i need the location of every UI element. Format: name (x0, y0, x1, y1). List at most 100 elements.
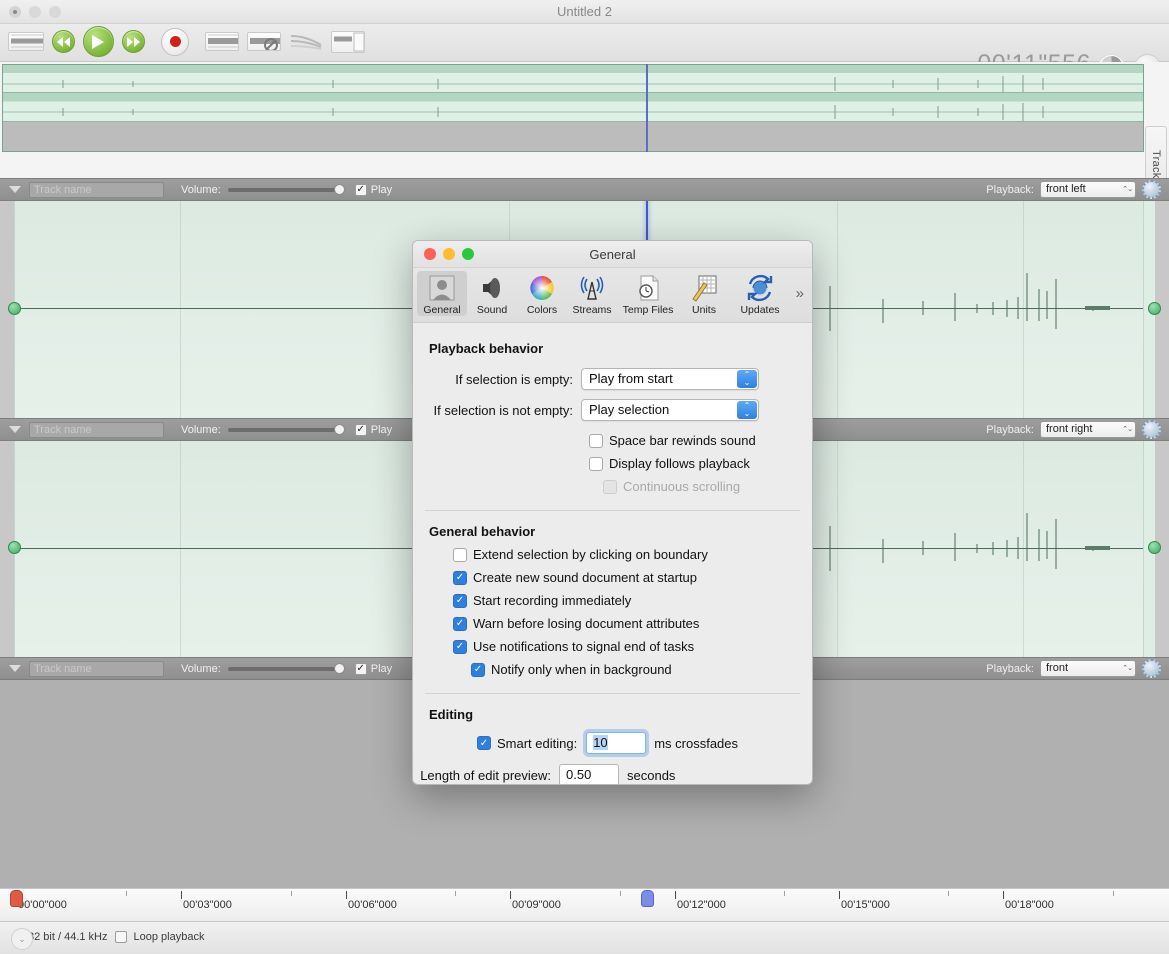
split-button[interactable] (331, 30, 365, 53)
user-portrait-icon (427, 273, 457, 303)
use-notifications-label: Use notifications to signal end of tasks (473, 639, 695, 654)
overview-strip: Tracks ▲ ▼ (0, 62, 1169, 238)
ruler-grid-icon (689, 273, 719, 303)
waveform-view-button[interactable] (8, 32, 44, 51)
volume-slider-2[interactable] (227, 423, 345, 435)
gear-icon-3[interactable] (1142, 659, 1161, 678)
overview-playhead[interactable] (646, 64, 648, 152)
track-name-input-2[interactable] (29, 421, 164, 438)
pref-tab-general[interactable]: General (417, 271, 467, 316)
edit-preview-unit-label: seconds (627, 767, 676, 783)
gear-icon-1[interactable] (1142, 180, 1161, 199)
crossfade-ms-value: 10 (593, 735, 608, 750)
display-follows-playback-checkbox[interactable] (589, 456, 603, 471)
create-new-document-row[interactable]: ✓ Create new sound document at startup (453, 570, 812, 585)
start-recording-checkbox[interactable]: ✓ (453, 593, 467, 608)
volume-slider-3[interactable] (227, 662, 345, 674)
use-notifications-row[interactable]: ✓ Use notifications to signal end of tas… (453, 639, 812, 654)
notify-background-row[interactable]: ✓ Notify only when in background (471, 662, 812, 677)
volume-label-3: Volume: (181, 662, 221, 675)
silence-button[interactable] (247, 32, 281, 51)
space-bar-rewinds-checkbox[interactable] (589, 433, 603, 448)
overview-waveform[interactable] (2, 64, 1144, 152)
expand-circle-icon[interactable]: ⌄ (11, 928, 33, 950)
warn-losing-attributes-label: Warn before losing document attributes (473, 616, 700, 631)
play-checkbox-1[interactable]: ✓ (354, 183, 367, 196)
extend-selection-checkbox[interactable] (453, 547, 467, 562)
preferences-body: Playback behavior If selection is empty:… (413, 323, 812, 784)
record-button[interactable] (161, 27, 189, 56)
track-name-input-3[interactable] (29, 660, 164, 677)
if-empty-value: Play from start (589, 371, 673, 386)
notify-background-checkbox[interactable]: ✓ (471, 662, 485, 677)
pref-tab-colors-label: Colors (526, 304, 558, 316)
smart-editing-checkbox[interactable]: ✓ (477, 736, 491, 750)
track-name-input-1[interactable] (29, 181, 164, 198)
extend-selection-row[interactable]: Extend selection by clicking on boundary (453, 547, 812, 562)
more-tabs-icon[interactable]: » (796, 285, 804, 302)
pref-tab-temp-files[interactable]: Temp Files (617, 271, 679, 316)
volume-knob-3[interactable] (333, 662, 345, 674)
overview-track-2 (3, 93, 1143, 122)
notify-background-label: Notify only when in background (491, 662, 672, 677)
overview-track-3 (3, 121, 1143, 151)
pref-tab-sound[interactable]: Sound (467, 271, 517, 316)
selection-handle-left-2[interactable] (8, 541, 21, 554)
playhead-marker-current[interactable] (641, 890, 654, 907)
if-not-empty-stepper-icon[interactable]: ⌃ ⌄ (737, 401, 757, 419)
if-empty-label: If selection is empty: (455, 371, 573, 387)
start-recording-row[interactable]: ✓ Start recording immediately (453, 593, 812, 608)
playhead-marker-start[interactable] (10, 890, 23, 907)
volume-knob-2[interactable] (333, 423, 345, 435)
if-not-empty-select[interactable]: Play selection ⌃ ⌄ (581, 399, 759, 421)
gear-icon-2[interactable] (1142, 420, 1161, 439)
play-checkbox-3[interactable]: ✓ (354, 662, 367, 675)
speaker-icon (477, 273, 507, 303)
pref-tab-units[interactable]: Units (679, 271, 729, 316)
selection-handle-right-1[interactable] (1148, 302, 1161, 315)
edit-preview-input[interactable]: 0.50 (559, 764, 619, 784)
if-empty-stepper-icon[interactable]: ⌃ ⌄ (737, 370, 757, 388)
playback-select-1[interactable]: front left (1040, 181, 1136, 198)
use-notifications-checkbox[interactable]: ✓ (453, 639, 467, 654)
status-bar: www.MacDown.com 32 bit / 44.1 kHz Loop p… (0, 922, 1169, 954)
play-checkbox-2[interactable]: ✓ (354, 423, 367, 436)
continuous-scrolling-row: Continuous scrolling (603, 479, 812, 494)
if-empty-select[interactable]: Play from start ⌃ ⌄ (581, 368, 759, 390)
format-label: 32 bit / 44.1 kHz (28, 931, 108, 943)
volume-slider-1[interactable] (227, 183, 345, 195)
play-checkbox-row-1[interactable]: ✓ Play (354, 183, 392, 196)
antenna-icon (577, 273, 607, 303)
playback-label-3: Playback: (986, 662, 1034, 675)
play-checkbox-row-3[interactable]: ✓ Play (354, 662, 392, 675)
pref-tab-streams[interactable]: Streams (567, 271, 617, 316)
selection-handle-right-2[interactable] (1148, 541, 1161, 554)
play-button[interactable] (83, 26, 114, 57)
ruler-label-4: 00'12"000 (677, 899, 726, 911)
play-checkbox-row-2[interactable]: ✓ Play (354, 423, 392, 436)
fade-button[interactable] (289, 32, 323, 51)
if-not-empty-value: Play selection (589, 402, 670, 417)
disclosure-triangle-icon[interactable] (9, 186, 21, 193)
volume-knob-1[interactable] (333, 183, 345, 195)
playback-select-2[interactable]: front right (1040, 421, 1136, 438)
create-new-document-checkbox[interactable]: ✓ (453, 570, 467, 585)
loop-playback-checkbox[interactable] (114, 931, 127, 943)
display-follows-playback-row[interactable]: Display follows playback (589, 456, 812, 471)
app-window: Untitled 2 Tracks Track name Volume: ✓ P… (0, 0, 1169, 954)
timeline-ruler[interactable]: 00'00"000 00'03"000 00'06"000 00'09"000 … (0, 888, 1169, 922)
crossfade-ms-input[interactable]: 10 (586, 732, 647, 754)
pref-tab-colors[interactable]: Colors (517, 271, 567, 316)
rewind-button[interactable] (52, 30, 75, 53)
pref-tab-updates[interactable]: Updates (729, 271, 791, 316)
space-bar-rewinds-row[interactable]: Space bar rewinds sound (589, 433, 812, 448)
continuous-scrolling-label: Continuous scrolling (623, 479, 741, 494)
warn-losing-attributes-row[interactable]: ✓ Warn before losing document attributes (453, 616, 812, 631)
trim-button[interactable] (205, 32, 239, 51)
disclosure-triangle-icon[interactable] (9, 665, 21, 672)
playback-select-3[interactable]: front (1040, 660, 1136, 677)
fast-forward-button[interactable] (122, 30, 145, 53)
selection-handle-left-1[interactable] (8, 302, 21, 315)
disclosure-triangle-icon[interactable] (9, 426, 21, 433)
warn-losing-attributes-checkbox[interactable]: ✓ (453, 616, 467, 631)
